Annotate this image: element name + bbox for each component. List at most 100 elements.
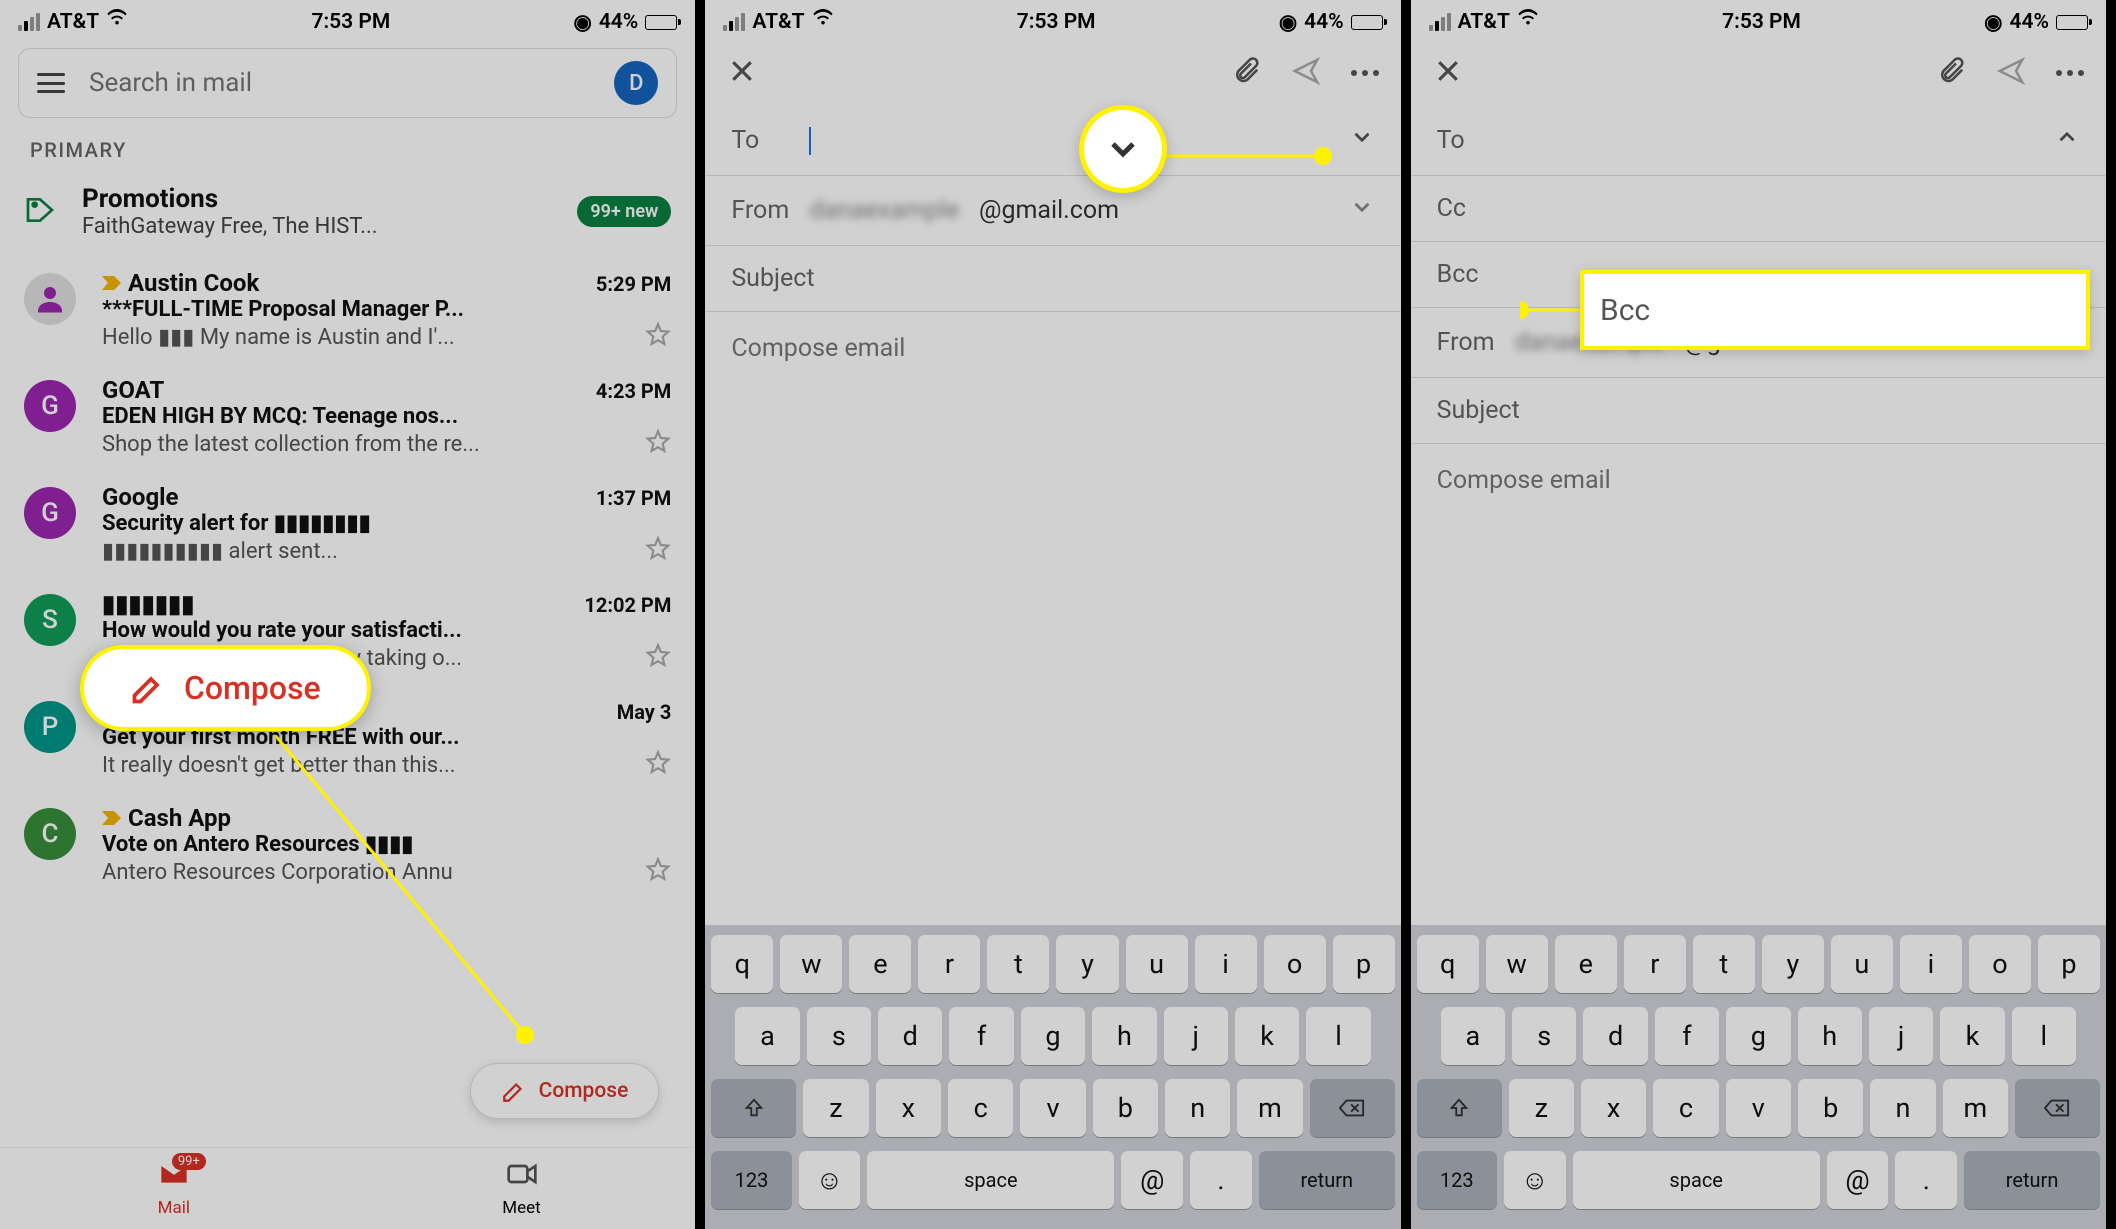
key-j[interactable]: j	[1164, 1007, 1228, 1065]
return-key[interactable]: return	[1259, 1151, 1395, 1209]
email-row[interactable]: G Google 1:37 PM Security alert for ▮▮▮▮…	[0, 471, 695, 578]
space-key[interactable]: space	[867, 1151, 1114, 1209]
star-icon[interactable]	[645, 643, 671, 673]
key-e[interactable]: e	[1555, 935, 1617, 993]
more-icon[interactable]	[2056, 70, 2084, 76]
email-row[interactable]: G GOAT 4:23 PM EDEN HIGH BY MCQ: Teenage…	[0, 364, 695, 471]
key-g[interactable]: g	[1021, 1007, 1085, 1065]
key-o[interactable]: o	[1264, 935, 1326, 993]
star-icon[interactable]	[645, 750, 671, 780]
key-h[interactable]: h	[1798, 1007, 1862, 1065]
menu-icon[interactable]	[37, 73, 65, 93]
key-d[interactable]: d	[878, 1007, 942, 1065]
key-x[interactable]: x	[1581, 1079, 1646, 1137]
key-y[interactable]: y	[1762, 935, 1824, 993]
key-p[interactable]: p	[2038, 935, 2100, 993]
search-bar[interactable]: D	[18, 48, 677, 118]
key-v[interactable]: v	[1020, 1079, 1085, 1137]
key-n[interactable]: n	[1870, 1079, 1935, 1137]
key-g[interactable]: g	[1726, 1007, 1790, 1065]
key-q[interactable]: q	[1417, 935, 1479, 993]
subject-field[interactable]: Subject	[1411, 378, 2106, 444]
shift-key[interactable]	[1417, 1079, 1502, 1137]
return-key[interactable]: return	[1964, 1151, 2100, 1209]
key-f[interactable]: f	[949, 1007, 1013, 1065]
avatar[interactable]: D	[614, 61, 658, 105]
key-h[interactable]: h	[1092, 1007, 1156, 1065]
key-v[interactable]: v	[1726, 1079, 1791, 1137]
key-a[interactable]: a	[1441, 1007, 1505, 1065]
star-icon[interactable]	[645, 857, 671, 887]
backspace-key[interactable]	[1310, 1079, 1395, 1137]
space-key[interactable]: space	[1573, 1151, 1820, 1209]
period-key[interactable]: .	[1895, 1151, 1957, 1209]
at-key[interactable]: @	[1121, 1151, 1183, 1209]
key-q[interactable]: q	[711, 935, 773, 993]
key-w[interactable]: w	[780, 935, 842, 993]
key-u[interactable]: u	[1126, 935, 1188, 993]
subject-field[interactable]: Subject	[705, 246, 1400, 312]
compose-fab[interactable]: Compose	[470, 1063, 660, 1119]
to-field[interactable]: To	[1411, 106, 2106, 176]
key-l[interactable]: l	[2012, 1007, 2076, 1065]
more-icon[interactable]	[1351, 70, 1379, 76]
compose-body[interactable]: Compose email	[1411, 444, 2106, 517]
send-icon[interactable]	[1291, 56, 1321, 90]
attachment-icon[interactable]	[1936, 56, 1966, 90]
key-i[interactable]: i	[1195, 935, 1257, 993]
key-j[interactable]: j	[1869, 1007, 1933, 1065]
key-s[interactable]: s	[807, 1007, 871, 1065]
key-u[interactable]: u	[1831, 935, 1893, 993]
chevron-down-icon[interactable]	[1349, 194, 1375, 227]
key-e[interactable]: e	[849, 935, 911, 993]
star-icon[interactable]	[645, 536, 671, 566]
search-input[interactable]	[89, 68, 590, 98]
key-m[interactable]: m	[1943, 1079, 2008, 1137]
at-key[interactable]: @	[1827, 1151, 1889, 1209]
star-icon[interactable]	[645, 322, 671, 352]
close-icon[interactable]	[727, 56, 757, 90]
cc-field[interactable]: Cc	[1411, 176, 2106, 242]
numeric-key[interactable]: 123	[711, 1151, 791, 1209]
chevron-up-icon[interactable]	[2054, 124, 2080, 157]
key-k[interactable]: k	[1940, 1007, 2004, 1065]
nav-mail[interactable]: 99+ Mail	[0, 1148, 348, 1229]
key-y[interactable]: y	[1056, 935, 1118, 993]
send-icon[interactable]	[1996, 56, 2026, 90]
key-p[interactable]: p	[1333, 935, 1395, 993]
to-field[interactable]: To	[705, 106, 1400, 176]
emoji-key[interactable]: ☺	[1504, 1151, 1566, 1209]
key-d[interactable]: d	[1583, 1007, 1647, 1065]
attachment-icon[interactable]	[1231, 56, 1261, 90]
period-key[interactable]: .	[1190, 1151, 1252, 1209]
key-b[interactable]: b	[1798, 1079, 1863, 1137]
from-field[interactable]: From danaexample @gmail.com	[705, 176, 1400, 246]
key-z[interactable]: z	[803, 1079, 868, 1137]
key-b[interactable]: b	[1093, 1079, 1158, 1137]
keyboard[interactable]: qwertyuiopasdfghjklzxcvbnm 123 ☺ space @…	[1411, 925, 2106, 1229]
nav-meet[interactable]: Meet	[348, 1148, 696, 1229]
star-icon[interactable]	[645, 429, 671, 459]
key-n[interactable]: n	[1165, 1079, 1230, 1137]
numeric-key[interactable]: 123	[1417, 1151, 1497, 1209]
key-x[interactable]: x	[876, 1079, 941, 1137]
shift-key[interactable]	[711, 1079, 796, 1137]
emoji-key[interactable]: ☺	[799, 1151, 861, 1209]
key-z[interactable]: z	[1509, 1079, 1574, 1137]
key-r[interactable]: r	[918, 935, 980, 993]
chevron-down-icon[interactable]	[1349, 124, 1375, 157]
key-t[interactable]: t	[1693, 935, 1755, 993]
email-row[interactable]: C Cash App Vote on Antero Resources ▮▮▮▮…	[0, 792, 695, 899]
key-f[interactable]: f	[1655, 1007, 1719, 1065]
key-o[interactable]: o	[1969, 935, 2031, 993]
key-m[interactable]: m	[1237, 1079, 1302, 1137]
backspace-key[interactable]	[2015, 1079, 2100, 1137]
key-k[interactable]: k	[1235, 1007, 1299, 1065]
key-s[interactable]: s	[1512, 1007, 1576, 1065]
key-c[interactable]: c	[1653, 1079, 1718, 1137]
key-r[interactable]: r	[1624, 935, 1686, 993]
email-row[interactable]: Austin Cook 5:29 PM ***FULL-TIME Proposa…	[0, 257, 695, 364]
key-t[interactable]: t	[987, 935, 1049, 993]
close-icon[interactable]	[1433, 56, 1463, 90]
promotions-row[interactable]: Promotions FaithGateway Free, The HIST..…	[0, 174, 695, 257]
